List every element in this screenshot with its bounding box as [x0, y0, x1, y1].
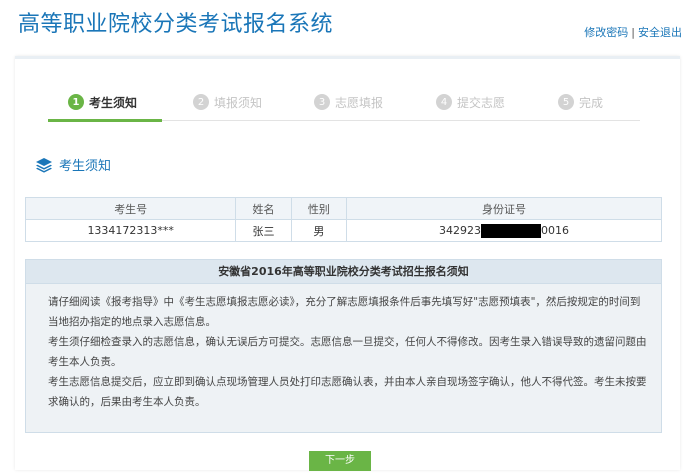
- step-label: 完成: [579, 95, 604, 110]
- step-number-badge: 1: [68, 94, 84, 110]
- header-bar: 高等职业院校分类考试报名系统 修改密码 | 安全退出: [0, 0, 694, 50]
- step-number-badge: 5: [558, 94, 574, 110]
- step-number-badge: 3: [314, 94, 330, 110]
- notice-paragraph: 考生须仔细检查录入的志愿信息，确认无误后方可提交。志愿信息一旦提交，任何人不得修…: [48, 336, 647, 368]
- change-password-link[interactable]: 修改密码: [584, 26, 628, 39]
- redaction-box: [480, 223, 541, 238]
- step-label: 提交志愿: [457, 95, 506, 110]
- step-label: 考生须知: [89, 95, 138, 110]
- app-title: 高等职业院校分类考试报名系统: [18, 12, 334, 37]
- step-5: 5 完成: [558, 89, 603, 115]
- section-heading: 考生须知: [35, 155, 111, 174]
- next-step-button[interactable]: 下一步: [309, 451, 371, 471]
- stack-icon: [35, 157, 53, 173]
- col-exam-no: 考生号: [24, 197, 237, 220]
- step-4: 4 提交志愿: [436, 89, 505, 115]
- cell-exam-no: 1334172313***: [24, 219, 237, 242]
- step-active-indicator: [48, 119, 162, 122]
- table-header-row: 考生号 姓名 性别 身份证号: [24, 197, 663, 220]
- logout-link[interactable]: 安全退出: [638, 26, 682, 39]
- step-progress: 1 考生须知 2 填报须知 3 志愿填报 4 提交志愿 5 完成: [48, 89, 640, 115]
- notice-paragraph: 请仔细阅读《报考指导》中《考生志愿填报志愿必读》，充分了解志愿填报条件后事先填写…: [48, 296, 641, 328]
- link-separator: |: [631, 26, 635, 39]
- step-label: 志愿填报: [335, 95, 384, 110]
- table-row: 1334172313*** 张三 男 342923 0016: [24, 219, 663, 242]
- step-2: 2 填报须知: [193, 89, 262, 115]
- step-1: 1 考生须知: [68, 89, 137, 115]
- notice-paragraph: 考生志愿信息提交后，应立即到确认点现场管理人员处打印志愿确认表，并由本人亲自现场…: [48, 376, 647, 408]
- step-number-badge: 4: [436, 94, 452, 110]
- id-prefix: 342923: [438, 223, 481, 237]
- cell-id-number: 342923 0016: [345, 219, 663, 242]
- notice-title: 安徽省2016年高等职业院校分类考试招生报名须知: [26, 260, 661, 284]
- col-gender: 性别: [290, 197, 347, 220]
- step-label: 填报须知: [214, 95, 263, 110]
- col-id-number: 身份证号: [345, 197, 663, 220]
- header-links: 修改密码 | 安全退出: [584, 24, 682, 40]
- step-3: 3 志愿填报: [314, 89, 383, 115]
- section-title: 考生须知: [59, 159, 112, 174]
- candidate-info-table: 考生号 姓名 性别 身份证号 1334172313*** 张三 男 342923…: [24, 197, 663, 242]
- cell-gender: 男: [290, 219, 347, 242]
- notice-panel: 安徽省2016年高等职业院校分类考试招生报名须知 请仔细阅读《报考指导》中《考生…: [25, 259, 662, 433]
- cell-name: 张三: [235, 219, 292, 242]
- id-suffix: 0016: [540, 223, 569, 237]
- main-panel: 1 考生须知 2 填报须知 3 志愿填报 4 提交志愿 5 完成 考生须知 考生…: [15, 56, 680, 471]
- notice-body: 请仔细阅读《报考指导》中《考生志愿填报志愿必读》，充分了解志愿填报条件后事先填写…: [26, 284, 661, 412]
- step-number-badge: 2: [193, 94, 209, 110]
- col-name: 姓名: [235, 197, 292, 220]
